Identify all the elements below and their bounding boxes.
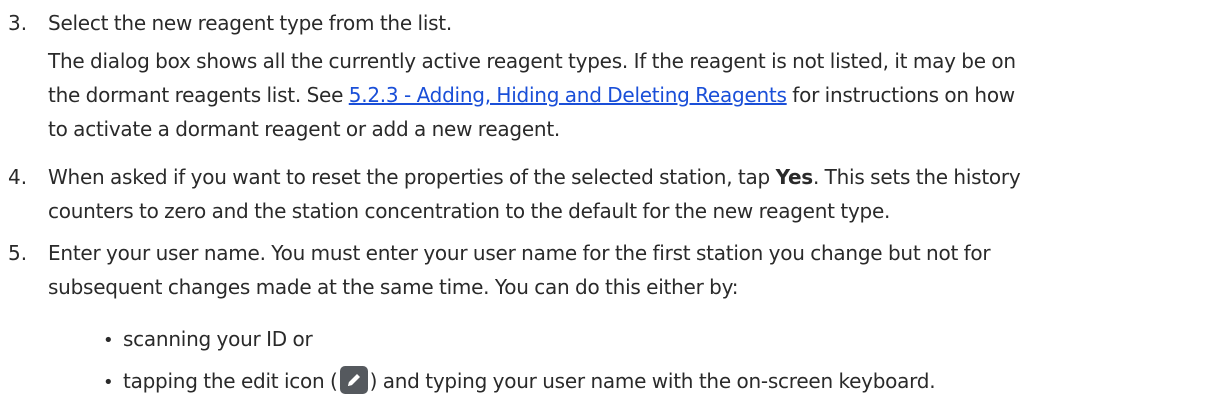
step-line: Enter your user name. You must enter you… [48,241,991,265]
text-segment: When asked if you want to reset the prop… [48,165,776,189]
bullet-text: tapping the edit icon ( [123,369,338,393]
step-line: counters to zero and the station concent… [48,199,891,223]
step-number: 4. [8,165,28,189]
reagents-section-link[interactable]: 5.2.3 - Adding, Hiding and Deleting Reag… [349,83,787,107]
bullet-glyph: • [103,330,114,351]
step-text: Enter your user name. You must enter you… [48,236,1198,304]
bullet-item-scan-id: • scanning your ID or [103,322,313,358]
step-text: When asked if you want to reset the prop… [48,160,1198,228]
step-text: Select the new reagent type from the lis… [48,6,1198,146]
step-paragraph-line: to activate a dormant reagent or add a n… [48,117,561,141]
step-number: 5. [8,241,28,265]
step-line: When asked if you want to reset the prop… [48,160,1198,194]
bullet-text: scanning your ID or [123,327,313,351]
yes-emphasis: Yes [775,165,814,189]
step-number: 3. [8,11,28,35]
text-segment: . This sets the history [812,165,1021,189]
bullet-text: ) and typing your user name with the on-… [369,369,936,393]
text-segment: the dormant reagents list. See [48,83,349,107]
bullet-item-edit-icon: • tapping the edit icon ( ) and typing yo… [103,364,936,400]
step-heading: Select the new reagent type from the lis… [48,11,452,35]
text-segment: for instructions on how [786,83,1015,107]
step-line: subsequent changes made at the same time… [48,275,739,299]
pencil-edit-icon [339,366,368,394]
instructions-page: 3. Select the new reagent type from the … [0,0,1206,411]
step-paragraph-line: the dormant reagents list. See 5.2.3 - A… [48,78,1198,112]
step-paragraph-line: The dialog box shows all the currently a… [48,49,1016,73]
bullet-glyph: • [103,372,114,393]
